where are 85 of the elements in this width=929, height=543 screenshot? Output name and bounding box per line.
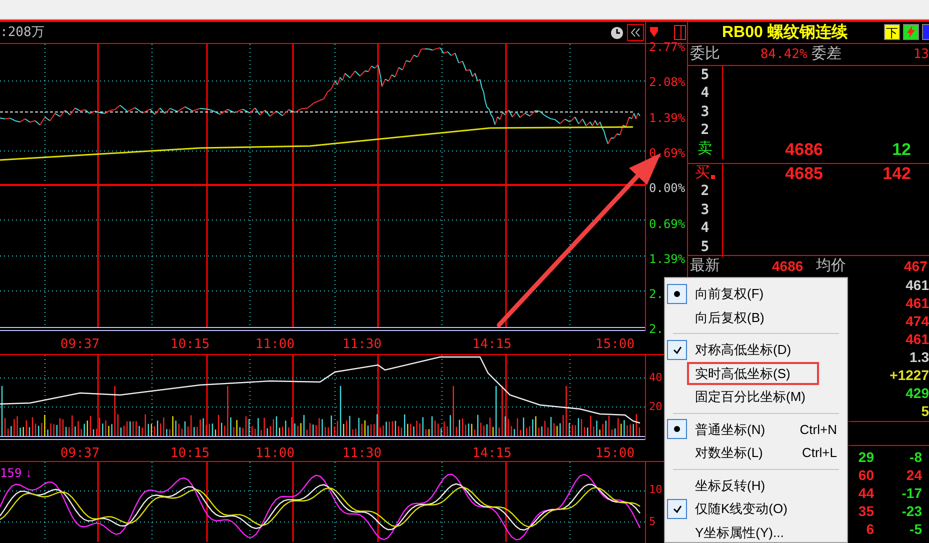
lightning-icon — [906, 26, 916, 38]
down-button[interactable]: 下 — [884, 24, 900, 40]
axis-label: 2. — [649, 322, 664, 336]
shortcut-label: Ctrl+L — [802, 444, 837, 462]
tick-change: -23 — [900, 502, 922, 520]
axis-label: 1.39% — [649, 252, 686, 266]
menu-item[interactable]: 坐标反转(H) — [665, 474, 847, 497]
menu-item[interactable]: 向前复权(F) — [665, 282, 847, 306]
tick-change: 24 — [905, 466, 922, 484]
stat-value: 461 — [906, 330, 929, 348]
menu-item[interactable]: 对称高低坐标(D) — [665, 338, 847, 362]
tick-volume: 60 — [857, 466, 874, 484]
volume-value: 142 — [882, 162, 911, 184]
menu-item[interactable]: 仅随K线变动(O) — [665, 497, 847, 520]
axis-label: 40 — [649, 370, 662, 386]
clock-icon[interactable] — [610, 26, 624, 40]
level-label: 2 — [700, 121, 710, 140]
tick-volume: 44 — [857, 484, 874, 502]
axis-label: 2. — [649, 287, 664, 302]
collapse-icon[interactable] — [627, 24, 644, 41]
level-label: 4 — [700, 84, 710, 104]
level-label: 3 — [700, 200, 710, 220]
stat-value: 474 — [906, 312, 929, 330]
time-label: 09:37 — [60, 336, 100, 354]
average-label: 均价 — [816, 256, 847, 276]
last-label: 最新 — [690, 256, 721, 276]
level-label: 4 — [700, 219, 710, 238]
stat-value: 429 — [906, 384, 929, 402]
price-value: 4685 — [784, 162, 823, 184]
contract-title: RB00 螺纹钢连续 — [722, 22, 848, 42]
tick-volume: 6 — [865, 520, 874, 538]
tick-volume: 29 — [857, 448, 874, 466]
level-label: 买 — [695, 163, 710, 183]
diff-value: 13 — [913, 46, 929, 64]
level-label: 2 — [700, 182, 710, 202]
axis-label: 5 — [649, 514, 656, 530]
tick-change: -5 — [908, 520, 922, 538]
price-value: 4686 — [784, 138, 823, 160]
time-label: 11:30 — [342, 336, 382, 354]
menu-item[interactable]: Y坐标属性(Y)... — [665, 520, 847, 542]
indicator-value: 159 — [0, 465, 22, 482]
ratio-label: 委比 — [690, 44, 721, 64]
time-label: 10:15 — [170, 336, 210, 354]
time-label: 15:00 — [595, 336, 635, 354]
menu-item[interactable]: 固定百分比坐标(M) — [665, 385, 847, 408]
tick-change: -8 — [908, 448, 922, 466]
axis-label: 20 — [649, 399, 662, 415]
stat-value: 1.3 — [910, 348, 929, 366]
stat-value: +1227 — [890, 366, 929, 384]
axis-label: 0.00% — [649, 181, 686, 196]
tick-change: -17 — [900, 484, 922, 502]
volume-label: :208万 — [0, 24, 44, 42]
time-label: 14:15 — [472, 336, 512, 354]
level-label: 5 — [700, 238, 710, 257]
level-label: 卖 — [698, 139, 712, 159]
axis-label: 0.69% — [649, 216, 686, 230]
stat-value: 461 — [906, 276, 929, 294]
volume-value: 12 — [891, 138, 911, 160]
stat-value: 461 — [906, 294, 929, 312]
shortcut-label: Ctrl+N — [800, 420, 837, 438]
diff-label: 委差 — [811, 44, 842, 64]
axis-label: 2.08% — [649, 75, 686, 90]
menu-item[interactable]: 向后复权(B) — [665, 306, 847, 329]
time-label: 09:37 — [60, 445, 100, 463]
time-label: 11:00 — [255, 336, 295, 354]
axis-label: 10 — [649, 482, 662, 498]
average-value: 467 — [904, 256, 928, 276]
last-value: 4686 — [772, 256, 804, 276]
axis-label: 0.69% — [649, 146, 686, 160]
time-label: 10:15 — [170, 445, 210, 463]
tick-volume: 35 — [857, 502, 874, 520]
panel-icon[interactable] — [674, 25, 686, 40]
time-label: 11:00 — [255, 445, 295, 463]
stat-value: 5 — [921, 402, 929, 420]
menu-item[interactable]: 对数坐标(L) Ctrl+L — [665, 441, 847, 464]
arrow-icon: ↓ — [26, 464, 32, 482]
ratio-value: 84.42% — [760, 46, 808, 62]
level-label: 3 — [700, 102, 710, 122]
axis-label: 2.77% — [649, 40, 686, 54]
time-label: 11:30 — [342, 445, 382, 463]
time-label: 14:15 — [472, 445, 512, 463]
time-label: 15:00 — [595, 445, 635, 463]
menu-item[interactable]: 普通坐标(N) Ctrl+N — [665, 418, 847, 441]
level-label: 5 — [700, 66, 710, 85]
axis-label: 1.39% — [649, 110, 686, 125]
